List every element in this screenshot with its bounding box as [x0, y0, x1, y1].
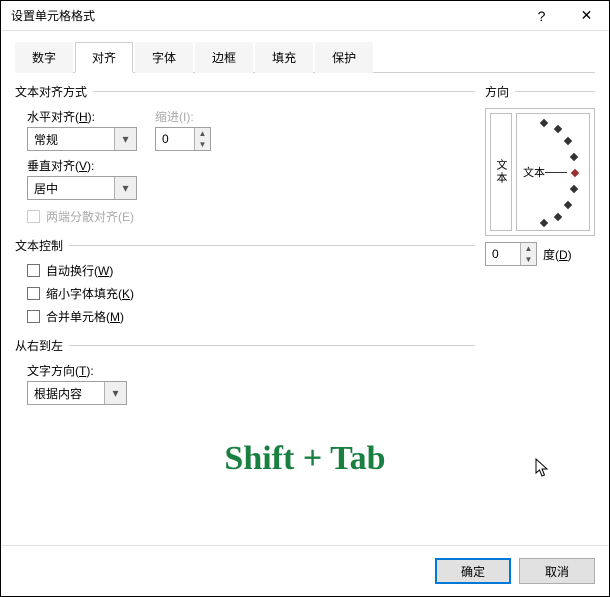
merge-cells-label: 合并单元格(M)	[46, 308, 124, 325]
v-align-label: 垂直对齐(V):	[27, 157, 475, 174]
tab-fill[interactable]: 填充	[255, 42, 313, 73]
orientation-clock[interactable]: 文本	[516, 113, 590, 231]
orientation-box: 文本 文本	[485, 108, 595, 236]
tab-number[interactable]: 数字	[15, 42, 73, 73]
group-rtl: 从右到左 文字方向(T): 根据内容 ▾	[15, 337, 475, 405]
h-align-combo[interactable]: 常规 ▾	[27, 127, 137, 151]
ok-button[interactable]: 确定	[435, 558, 511, 584]
spinner-up-icon[interactable]: ▲	[195, 128, 210, 139]
tab-protection[interactable]: 保护	[315, 42, 373, 73]
orientation-clock-label: 文本	[523, 164, 545, 180]
h-align-value: 常规	[34, 131, 58, 148]
titlebar: 设置单元格格式 ? ✕	[1, 1, 609, 31]
tab-font[interactable]: 字体	[135, 42, 193, 73]
spinner-up-icon[interactable]: ▲	[521, 243, 536, 254]
justify-distributed-label: 两端分散对齐(E)	[46, 208, 134, 225]
indent-value: 0	[156, 128, 194, 150]
orientation-indicator-line	[545, 172, 567, 173]
shrink-fit-checkbox[interactable]: 缩小字体填充(K)	[27, 285, 475, 302]
indent-label: 缩进(I):	[155, 108, 211, 125]
merge-cells-checkbox[interactable]: 合并单元格(M)	[27, 308, 475, 325]
cancel-button[interactable]: 取消	[519, 558, 595, 584]
text-direction-label: 文字方向(T):	[27, 362, 475, 379]
wrap-text-label: 自动换行(W)	[46, 262, 113, 279]
degree-label: 度(D)	[543, 246, 572, 263]
degree-spinner[interactable]: 0 ▲ ▼	[485, 242, 537, 266]
group-title-text-control: 文本控制	[15, 237, 63, 254]
help-button[interactable]: ?	[519, 1, 564, 31]
orientation-vertical-button[interactable]: 文本	[490, 113, 512, 231]
spinner-down-icon[interactable]: ▼	[521, 254, 536, 265]
shrink-fit-label: 缩小字体填充(K)	[46, 285, 134, 302]
group-text-alignment: 文本对齐方式 水平对齐(H): 常规 ▾	[15, 83, 475, 225]
v-align-value: 居中	[34, 180, 58, 197]
wrap-text-checkbox[interactable]: 自动换行(W)	[27, 262, 475, 279]
h-align-label: 水平对齐(H):	[27, 108, 137, 125]
dialog-buttons: 确定 取消	[1, 545, 609, 596]
spinner-down-icon[interactable]: ▼	[195, 139, 210, 150]
tab-border[interactable]: 边框	[195, 42, 253, 73]
indent-spinner[interactable]: 0 ▲ ▼	[155, 127, 211, 151]
text-direction-combo[interactable]: 根据内容 ▾	[27, 381, 127, 405]
group-title-rtl: 从右到左	[15, 337, 63, 354]
degree-value: 0	[486, 243, 520, 265]
group-text-control: 文本控制 自动换行(W) 缩小字体填充(K) 合并单元格(M)	[15, 237, 475, 325]
justify-distributed-checkbox: 两端分散对齐(E)	[27, 208, 475, 225]
chevron-down-icon: ▾	[114, 128, 136, 150]
group-orientation: 方向 文本 文本	[485, 83, 595, 266]
chevron-down-icon: ▾	[114, 177, 136, 199]
tab-strip: 数字 对齐 字体 边框 填充 保护	[15, 41, 595, 73]
text-direction-value: 根据内容	[34, 385, 82, 402]
group-title-orientation: 方向	[485, 83, 509, 100]
tab-alignment[interactable]: 对齐	[75, 42, 133, 73]
close-button[interactable]: ✕	[564, 1, 609, 31]
v-align-combo[interactable]: 居中 ▾	[27, 176, 137, 200]
content-area: 文本对齐方式 水平对齐(H): 常规 ▾	[1, 73, 609, 545]
chevron-down-icon: ▾	[104, 382, 126, 404]
window-title: 设置单元格格式	[11, 7, 519, 24]
group-title-text-alignment: 文本对齐方式	[15, 83, 87, 100]
